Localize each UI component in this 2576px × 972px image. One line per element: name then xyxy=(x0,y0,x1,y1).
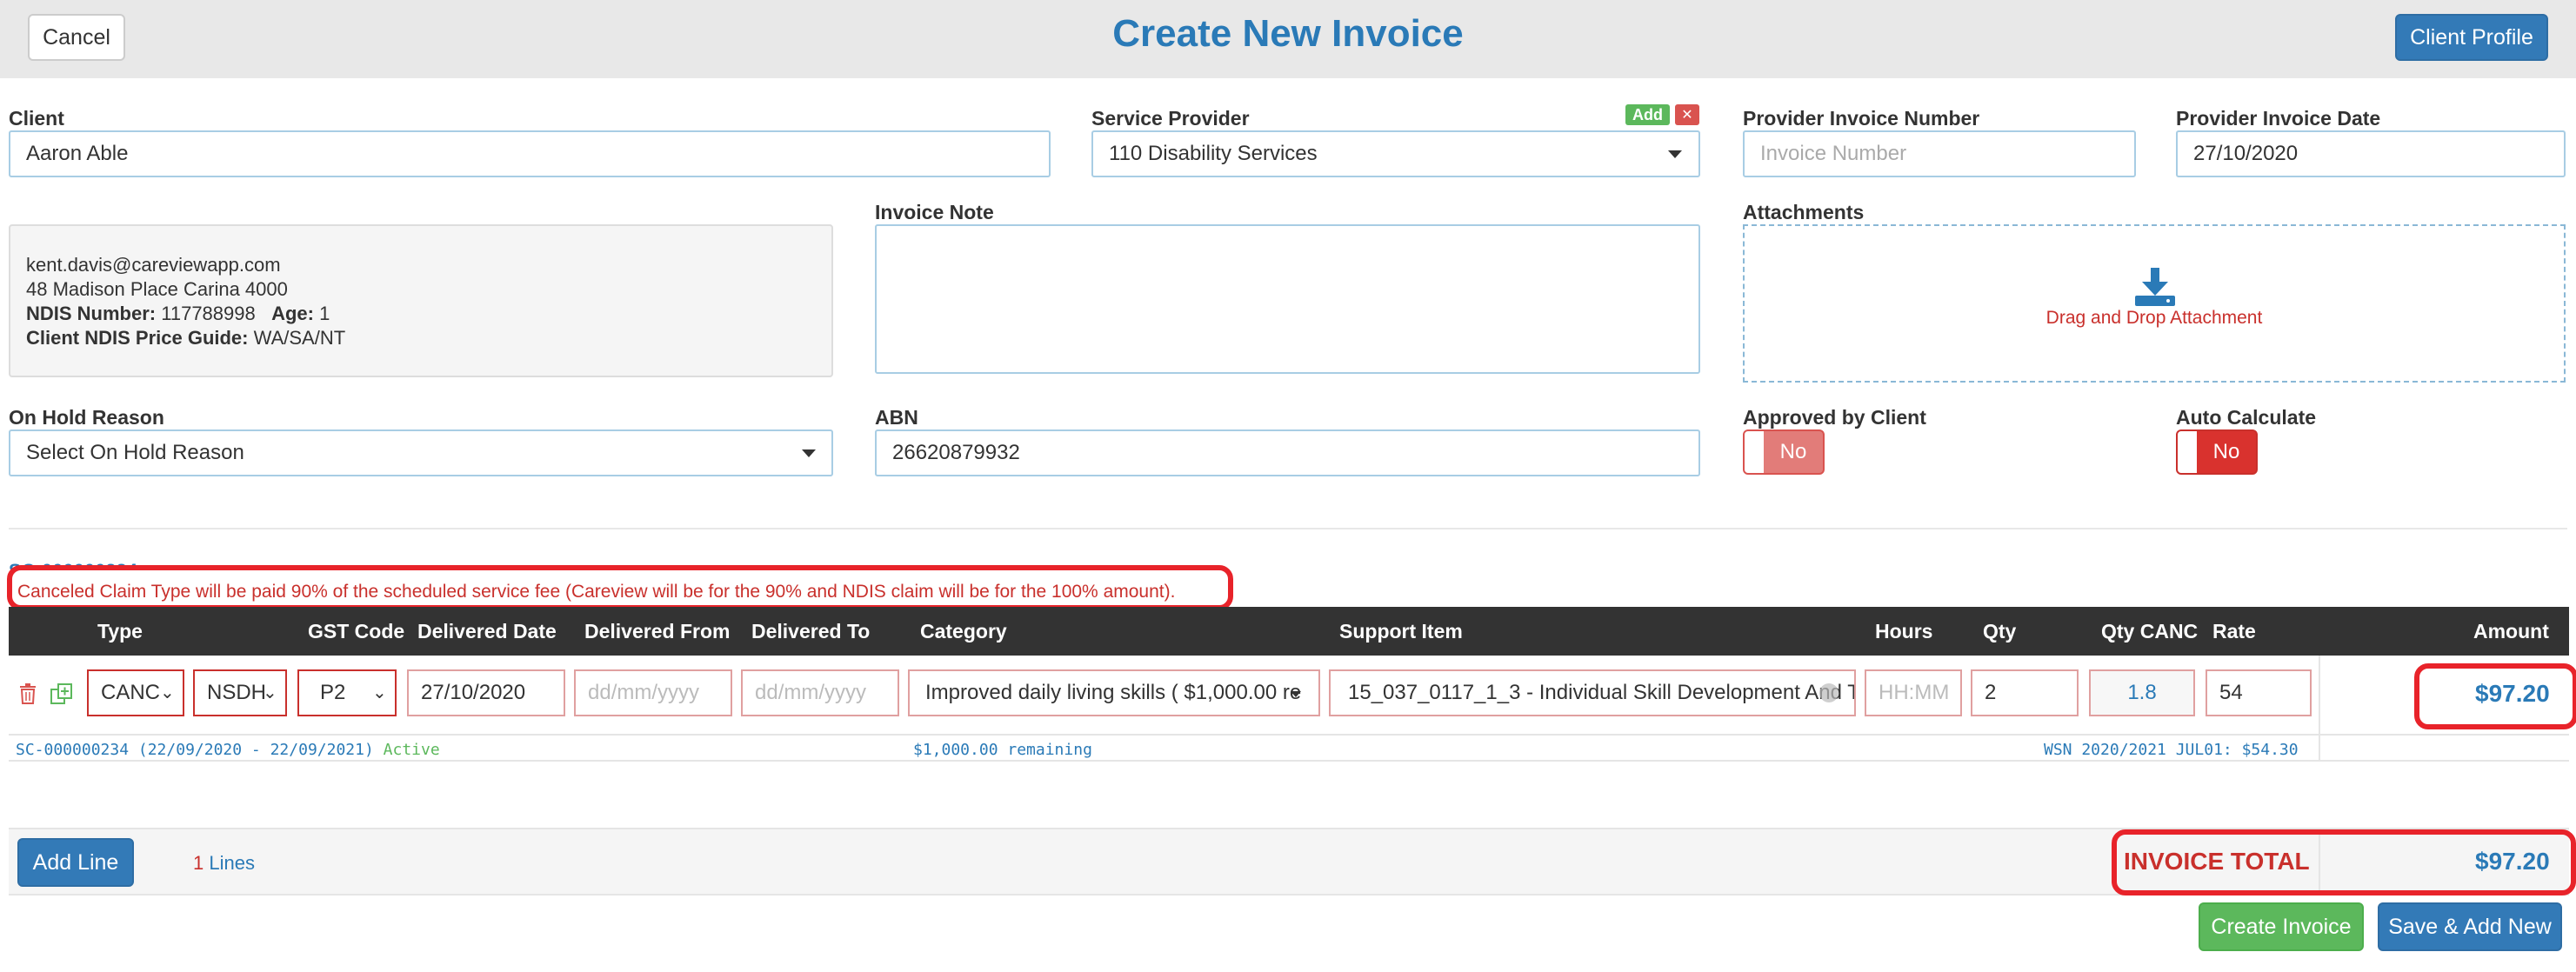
section-divider xyxy=(9,528,2567,529)
clear-icon[interactable] xyxy=(1819,683,1839,702)
provider-invoice-number-label: Provider Invoice Number xyxy=(1743,107,1980,130)
provider-invoice-date-label: Provider Invoice Date xyxy=(2176,107,2381,130)
chevron-down-icon: ⌄ xyxy=(160,683,175,702)
client-email: kent.davis@careviewapp.com xyxy=(26,254,281,276)
line-qty-input[interactable]: 2 xyxy=(1971,669,2079,716)
line-delivered-from-input[interactable]: dd/mm/yyyy xyxy=(574,669,732,716)
client-address: 48 Madison Place Carina 4000 xyxy=(26,278,288,300)
chevron-down-icon: ⌄ xyxy=(263,683,277,702)
chevron-down-icon xyxy=(1291,691,1301,697)
col-gst-code: GST Code xyxy=(308,620,405,642)
price-guide-reference: WSN 2020/2021 JUL01: $54.30 xyxy=(2044,741,2299,759)
category-remaining: $1,000.00 remaining xyxy=(913,741,1092,759)
col-rate: Rate xyxy=(2212,620,2256,642)
auto-calculate-label: Auto Calculate xyxy=(2176,406,2317,429)
line-delivered-to-input[interactable]: dd/mm/yyyy xyxy=(741,669,899,716)
client-info-box xyxy=(9,224,833,377)
drop-attachment-text: Drag and Drop Attachment xyxy=(2045,308,2263,328)
trash-icon[interactable] xyxy=(19,683,37,704)
col-support-item: Support Item xyxy=(1339,620,1463,642)
line-qty-canc-value: 1.8 xyxy=(2089,669,2195,716)
approved-by-client-label: Approved by Client xyxy=(1743,406,1926,429)
add-line-button[interactable]: Add Line xyxy=(17,838,134,887)
approved-by-client-toggle[interactable]: No xyxy=(1743,429,1825,475)
client-label: Client xyxy=(9,107,64,130)
chevron-down-icon xyxy=(1668,150,1682,158)
on-hold-reason-label: On Hold Reason xyxy=(9,406,164,429)
auto-calculate-toggle[interactable]: No xyxy=(2176,429,2258,475)
service-contract-meta: SC-000000234 (22/09/2020 - 22/09/2021) A… xyxy=(16,741,440,759)
on-hold-reason-select[interactable]: Select On Hold Reason xyxy=(9,429,833,476)
client-ndis-line: NDIS Number: 117788998 Age: 1 xyxy=(26,303,330,324)
col-delivered-date: Delivered Date xyxy=(417,620,557,642)
line-rate-input[interactable]: 54 xyxy=(2206,669,2312,716)
col-qty: Qty xyxy=(1983,620,2017,642)
invoice-note-textarea[interactable] xyxy=(875,224,1700,374)
amount-highlight xyxy=(2414,663,2576,729)
remove-provider-button[interactable]: ✕ xyxy=(1675,104,1699,125)
abn-label: ABN xyxy=(875,406,918,429)
empty-row xyxy=(9,762,2569,829)
save-add-new-button[interactable]: Save & Add New xyxy=(2378,902,2562,951)
service-provider-label: Service Provider xyxy=(1091,107,1250,130)
page-title: Create New Invoice xyxy=(1112,12,1464,55)
col-amount: Amount xyxy=(2473,620,2549,642)
line-delivered-date-input[interactable]: 27/10/2020 xyxy=(407,669,565,716)
col-category: Category xyxy=(920,620,1007,642)
client-input[interactable]: Aaron Able xyxy=(9,130,1051,177)
col-delivered-to: Delivered To xyxy=(751,620,871,642)
attachments-label: Attachments xyxy=(1743,201,1865,223)
copy-icon[interactable] xyxy=(50,683,73,704)
invoice-note-label: Invoice Note xyxy=(875,201,994,223)
line-support-item-select[interactable]: 15_037_0117_1_3 - Individual Skill Devel… xyxy=(1329,669,1856,716)
col-type: Type xyxy=(97,620,143,642)
col-delivered-from: Delivered From xyxy=(584,620,731,642)
col-qty-canc: Qty CANC xyxy=(2101,620,2199,642)
warning-highlight xyxy=(7,565,1233,610)
client-price-guide-line: Client NDIS Price Guide: WA/SA/NT xyxy=(26,327,346,349)
close-icon: ✕ xyxy=(1681,108,1693,123)
download-icon xyxy=(2135,268,2175,306)
service-provider-select[interactable]: 110 Disability Services xyxy=(1091,130,1700,177)
line-count: 1 Lines xyxy=(193,852,255,874)
col-hours: Hours xyxy=(1875,620,1933,642)
line-category-select[interactable]: Improved daily living skills ( $1,000.00… xyxy=(908,669,1320,716)
line-hours-input[interactable]: HH:MM xyxy=(1865,669,1962,716)
create-invoice-button[interactable]: Create Invoice xyxy=(2199,902,2364,951)
provider-invoice-date-input[interactable]: 27/10/2020 xyxy=(2176,130,2566,177)
chevron-down-icon xyxy=(802,449,816,457)
chevron-down-icon: ⌄ xyxy=(372,683,387,702)
total-highlight xyxy=(2112,829,2576,895)
abn-input[interactable]: 26620879932 xyxy=(875,429,1700,476)
add-provider-button[interactable]: Add xyxy=(1625,104,1670,125)
client-profile-button[interactable]: Client Profile xyxy=(2395,14,2548,61)
provider-invoice-number-input[interactable]: Invoice Number xyxy=(1743,130,2136,177)
